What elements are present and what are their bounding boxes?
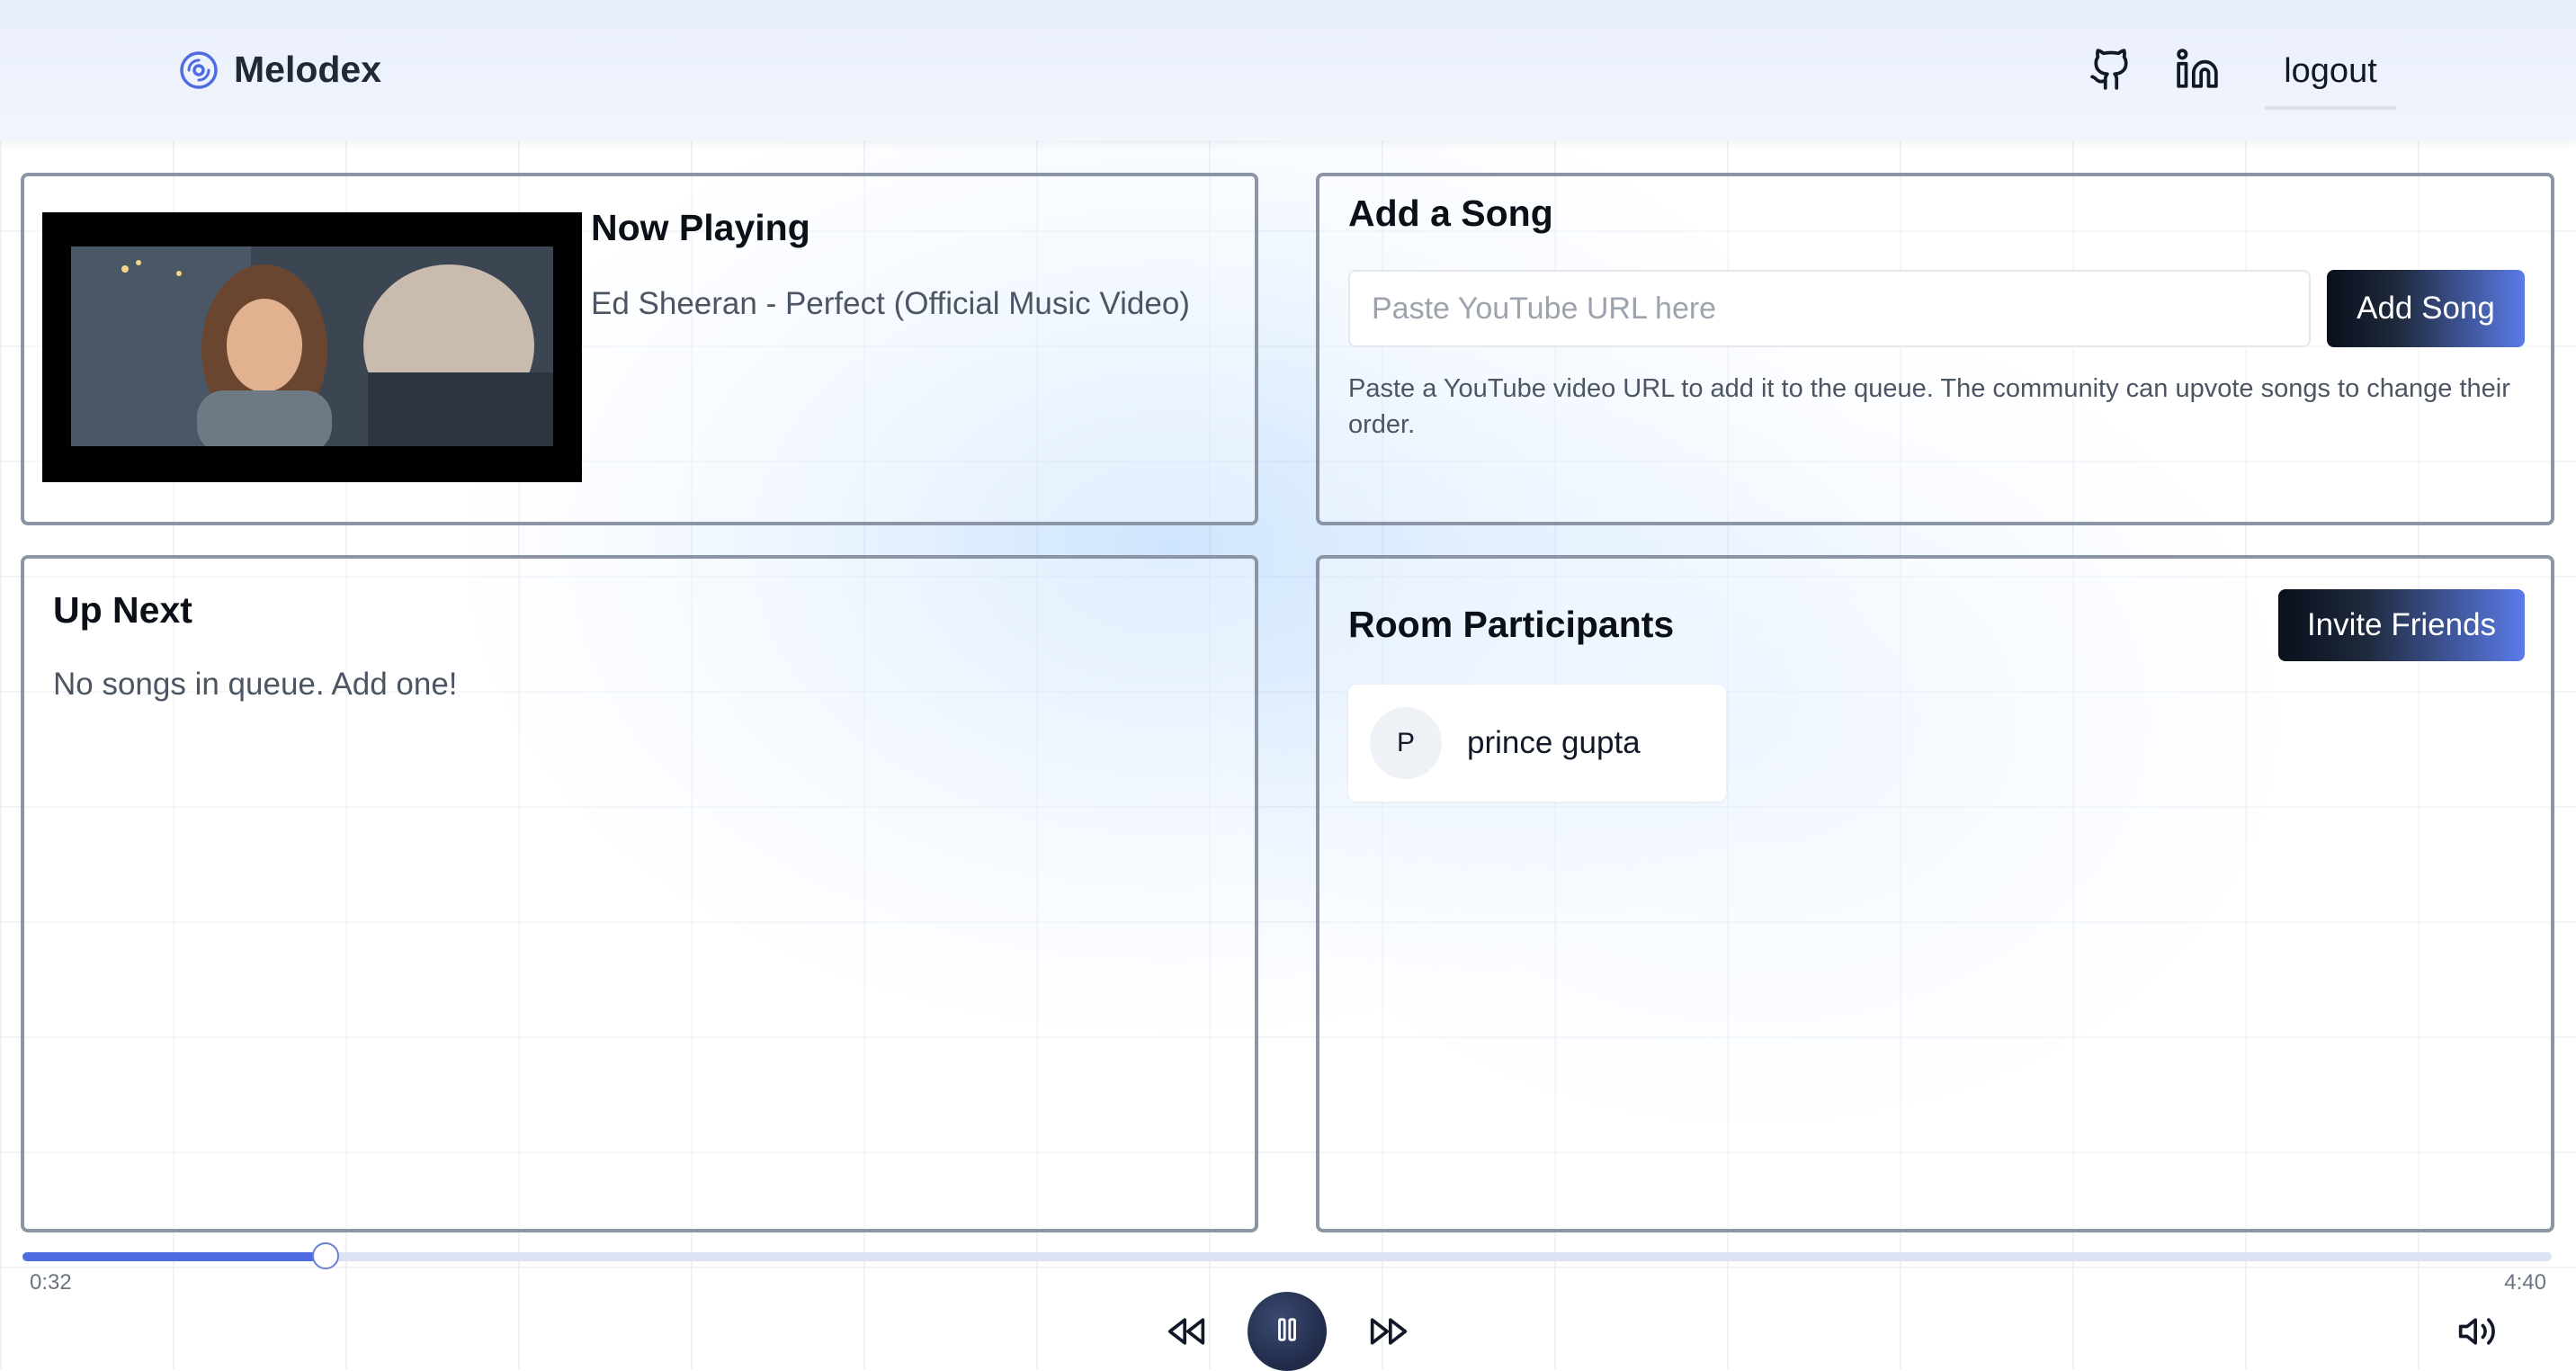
logout-button[interactable]: logout <box>2265 36 2396 110</box>
add-song-card: Add a Song Add Song Paste a YouTube vide… <box>1316 173 2554 525</box>
participant-name: prince gupta <box>1467 725 1641 760</box>
current-time: 0:32 <box>30 1270 72 1295</box>
now-playing-card: Now Playing Ed Sheeran - Perfect (Offici… <box>21 173 1258 525</box>
youtube-url-input[interactable] <box>1348 270 2311 347</box>
disc-icon <box>178 49 219 91</box>
up-next-card: Up Next No songs in queue. Add one! <box>21 555 1258 1232</box>
linkedin-icon[interactable] <box>2175 47 2220 92</box>
current-song-title: Ed Sheeran - Perfect (Official Music Vid… <box>591 286 1190 321</box>
top-navbar: Melodex logout <box>0 0 2576 140</box>
add-song-help-text: Paste a YouTube video URL to add it to t… <box>1348 374 2510 439</box>
volume-icon[interactable] <box>2452 1306 2502 1357</box>
github-icon[interactable] <box>2089 47 2133 92</box>
now-playing-title: Now Playing <box>591 207 810 248</box>
participants-card: Room Participants Invite Friends P princ… <box>1316 555 2554 1232</box>
invite-friends-button[interactable]: Invite Friends <box>2278 589 2525 661</box>
fast-forward-icon[interactable] <box>1364 1306 1414 1357</box>
add-song-button[interactable]: Add Song <box>2327 270 2525 347</box>
pause-icon <box>1272 1314 1302 1349</box>
participants-title: Room Participants <box>1348 604 1675 645</box>
avatar: P <box>1370 707 1442 779</box>
up-next-title: Up Next <box>53 589 192 631</box>
brand-name: Melodex <box>234 49 382 90</box>
progress-fill <box>22 1252 326 1261</box>
add-song-title: Add a Song <box>1348 193 1553 234</box>
video-thumbnail[interactable] <box>71 246 553 446</box>
progress-bar[interactable] <box>22 1242 2552 1269</box>
brand[interactable]: Melodex <box>178 49 381 91</box>
duration: 4:40 <box>2504 1270 2546 1295</box>
rewind-icon[interactable] <box>1161 1306 1212 1357</box>
pause-button[interactable] <box>1248 1292 1327 1371</box>
participant-item: P prince gupta <box>1348 685 1726 802</box>
video-player[interactable] <box>42 212 582 482</box>
queue-empty-message: No songs in queue. Add one! <box>53 667 458 702</box>
